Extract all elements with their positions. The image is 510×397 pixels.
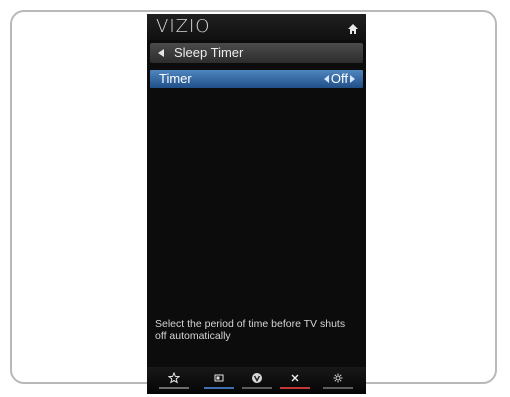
settings-button[interactable] [323, 371, 353, 389]
settings-accent [323, 387, 353, 389]
input-accent [204, 387, 234, 389]
vizio-logo: VIZIO [156, 16, 211, 37]
chevron-left-icon[interactable] [323, 75, 329, 83]
rectangle-icon [214, 374, 224, 382]
gear-icon [333, 373, 343, 383]
chevron-right-icon[interactable] [350, 75, 355, 83]
tv-menu-panel: VIZIO Sleep Timer Timer Off Select the p… [147, 14, 366, 394]
exit-accent [280, 387, 310, 389]
timer-value-control[interactable]: Off [323, 70, 355, 88]
exit-button[interactable] [280, 371, 310, 389]
timer-label: Timer [159, 71, 192, 86]
favorites-button[interactable] [159, 371, 189, 389]
vizio-accent [242, 387, 272, 389]
bottom-bar [147, 367, 366, 394]
star-icon [168, 372, 180, 384]
v-icon [252, 373, 262, 383]
back-icon[interactable] [158, 49, 164, 57]
timer-row[interactable]: Timer Off [150, 70, 363, 88]
close-icon [291, 374, 299, 382]
vizio-button[interactable] [242, 371, 272, 389]
timer-value: Off [330, 71, 348, 86]
breadcrumb[interactable]: Sleep Timer [150, 43, 363, 63]
top-bar: VIZIO [147, 14, 366, 40]
favorites-accent [159, 387, 189, 389]
help-text: Select the period of time before TV shut… [155, 318, 346, 342]
breadcrumb-label: Sleep Timer [174, 45, 244, 60]
input-button[interactable] [204, 371, 234, 389]
home-icon[interactable] [347, 23, 359, 35]
